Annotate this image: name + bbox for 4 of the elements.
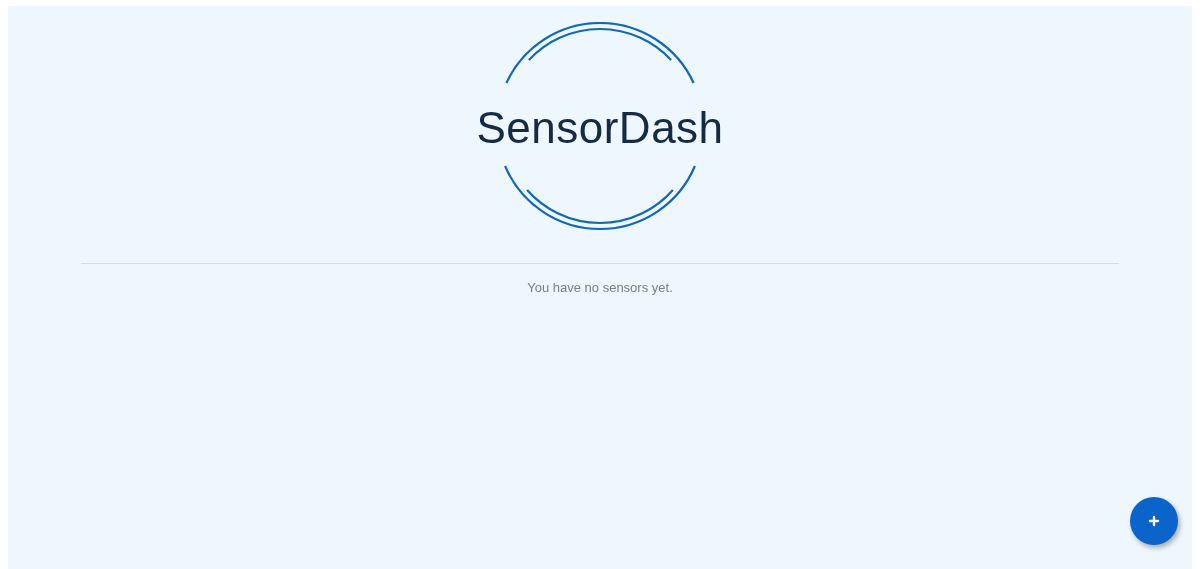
empty-message: You have no sensors yet. <box>527 279 673 297</box>
add-button[interactable] <box>1130 497 1178 545</box>
logo-text: SensorDash <box>476 106 724 150</box>
plus-icon <box>1147 514 1161 528</box>
